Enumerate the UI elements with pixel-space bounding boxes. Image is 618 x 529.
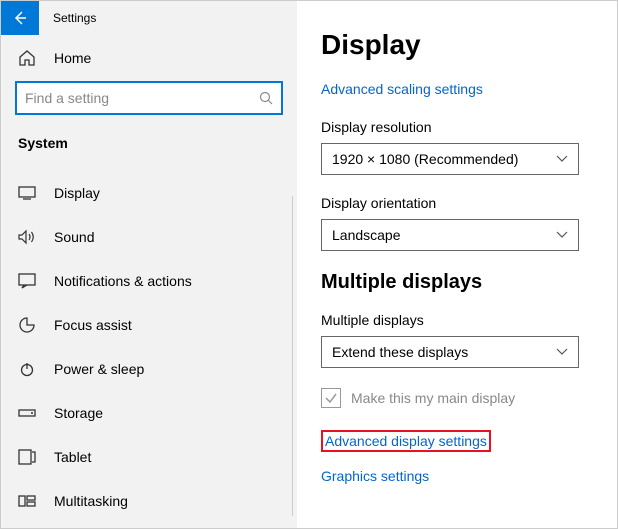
section-label: System: [1, 115, 297, 165]
focus-icon: [18, 316, 36, 334]
nav-label: Notifications & actions: [54, 273, 192, 289]
main-display-label: Make this my main display: [351, 390, 515, 406]
arrow-left-icon: [12, 10, 28, 26]
sidebar-divider: [292, 196, 293, 516]
multiple-displays-heading: Multiple displays: [321, 271, 593, 294]
graphics-settings-link[interactable]: Graphics settings: [321, 468, 429, 484]
sidebar-item-tablet[interactable]: Tablet: [1, 435, 297, 479]
nav-list: Display Sound Notifications & actions Fo…: [1, 171, 297, 523]
resolution-label: Display resolution: [321, 119, 593, 135]
main-display-checkbox: [321, 388, 341, 408]
search-box[interactable]: [15, 81, 283, 115]
resolution-select[interactable]: 1920 × 1080 (Recommended): [321, 143, 579, 175]
power-icon: [18, 361, 36, 377]
main-display-checkbox-row: Make this my main display: [321, 388, 593, 408]
nav-label: Storage: [54, 405, 103, 421]
multiple-displays-value: Extend these displays: [332, 344, 468, 360]
sidebar-item-power[interactable]: Power & sleep: [1, 347, 297, 391]
nav-label: Focus assist: [54, 317, 132, 333]
sidebar-item-notifications[interactable]: Notifications & actions: [1, 259, 297, 303]
nav-label: Power & sleep: [54, 361, 144, 377]
display-icon: [18, 186, 36, 200]
titlebar: Settings: [1, 1, 297, 35]
orientation-value: Landscape: [332, 227, 401, 243]
check-icon: [324, 391, 338, 405]
chevron-down-icon: [556, 231, 568, 239]
storage-icon: [18, 408, 36, 418]
content-pane: Display Advanced scaling settings Displa…: [297, 1, 617, 528]
sound-icon: [18, 229, 36, 245]
advanced-display-link[interactable]: Advanced display settings: [325, 433, 487, 449]
nav-label: Sound: [54, 229, 94, 245]
multitasking-icon: [18, 494, 36, 508]
sidebar-item-display[interactable]: Display: [1, 171, 297, 215]
home-button[interactable]: Home: [1, 35, 297, 81]
orientation-label: Display orientation: [321, 195, 593, 211]
chevron-down-icon: [556, 348, 568, 356]
resolution-value: 1920 × 1080 (Recommended): [332, 151, 518, 167]
multiple-displays-label: Multiple displays: [321, 312, 593, 328]
back-button[interactable]: [1, 1, 39, 35]
nav-label: Display: [54, 185, 100, 201]
advanced-scaling-link[interactable]: Advanced scaling settings: [321, 81, 483, 97]
sidebar: Settings Home System Display: [1, 1, 297, 528]
home-icon: [18, 49, 36, 67]
page-title: Display: [321, 29, 593, 61]
search-icon: [259, 91, 273, 105]
nav-label: Tablet: [54, 449, 91, 465]
chevron-down-icon: [556, 155, 568, 163]
nav-label: Multitasking: [54, 493, 128, 509]
search-input[interactable]: [25, 90, 259, 106]
sidebar-item-storage[interactable]: Storage: [1, 391, 297, 435]
titlebar-label: Settings: [53, 11, 96, 25]
orientation-select[interactable]: Landscape: [321, 219, 579, 251]
sidebar-item-focus[interactable]: Focus assist: [1, 303, 297, 347]
multiple-displays-select[interactable]: Extend these displays: [321, 336, 579, 368]
tablet-icon: [18, 449, 36, 465]
sidebar-item-sound[interactable]: Sound: [1, 215, 297, 259]
sidebar-item-multitasking[interactable]: Multitasking: [1, 479, 297, 523]
notifications-icon: [18, 273, 36, 289]
home-label: Home: [54, 50, 91, 66]
